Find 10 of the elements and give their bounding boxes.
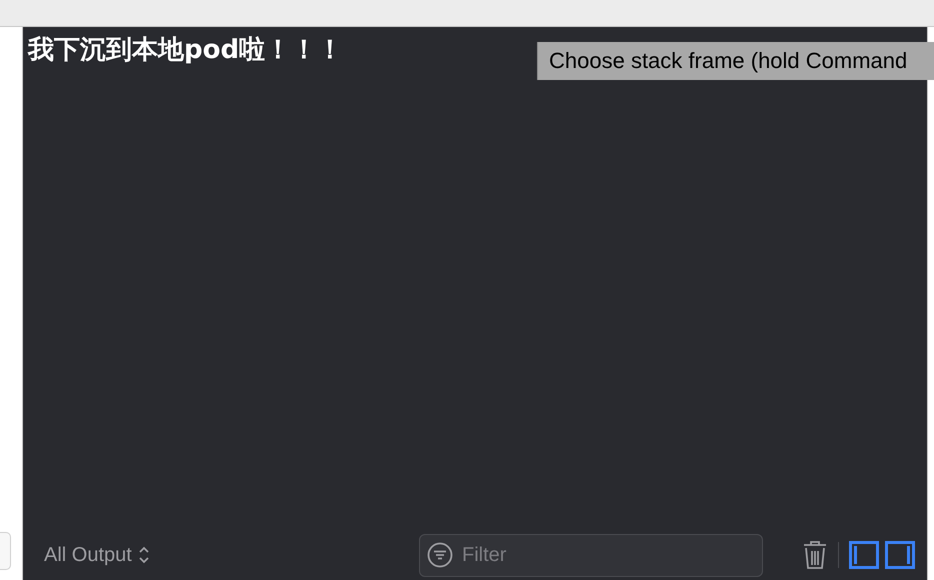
console-output: 我下沉到本地pod啦！！！	[28, 37, 344, 63]
pane-toggle[interactable]	[849, 541, 879, 569]
output-selector[interactable]: All Output	[44, 540, 150, 570]
chevron-up-down-icon	[138, 545, 150, 565]
tooltip: Choose stack frame (hold Command	[537, 42, 934, 80]
pane-toggle[interactable]	[885, 541, 915, 569]
input-field[interactable]	[0, 532, 11, 570]
trash-icon[interactable]	[802, 540, 828, 570]
filter-field[interactable]: Filter	[419, 534, 763, 576]
filter-icon	[427, 542, 453, 568]
